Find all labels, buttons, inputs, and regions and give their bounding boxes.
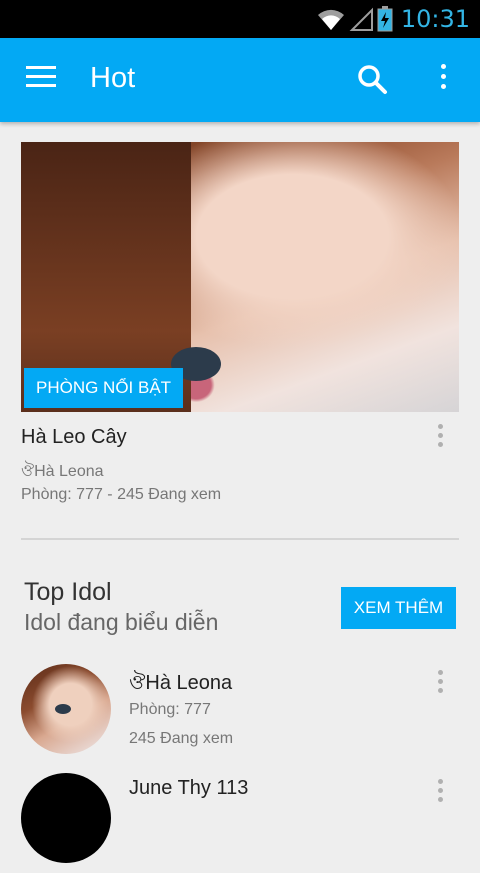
idol-viewers: 245 Đang xem [129,730,234,747]
search-icon[interactable] [356,63,388,95]
idol-name: ঔHà Leona [129,672,233,694]
list-item[interactable]: ঔHà Leona Phòng: 777 245 Đang xem [0,664,480,764]
section-title: Top Idol [24,578,112,606]
featured-more-icon[interactable] [430,424,450,454]
status-icons [318,6,393,32]
status-bar: 10:31 [0,0,480,38]
wifi-icon [318,9,344,30]
page-title: Hot [90,62,136,94]
list-item-more-icon[interactable] [430,670,450,700]
idol-room: Phòng: 777 [129,701,211,718]
featured-room-meta: Phòng: 777 - 245 Đang xem [21,486,222,503]
featured-room-name[interactable]: Hà Leo Cây [21,426,127,449]
list-item[interactable]: June Thy 113 [0,773,480,873]
section-divider [21,538,459,540]
idol-name: June Thy 113 [129,777,249,799]
avatar [21,773,111,863]
see-more-button[interactable]: XEM THÊM [341,587,456,629]
featured-idol-name: ঔHà Leona [21,463,104,480]
battery-charging-icon [377,6,393,32]
featured-badge[interactable]: PHÒNG NỔI BẬT [24,368,184,408]
list-item-more-icon[interactable] [430,779,450,809]
avatar [21,664,111,754]
more-vert-icon[interactable] [432,64,454,96]
section-subtitle: Idol đang biểu diễn [24,609,219,635]
status-time: 10:31 [400,5,470,33]
menu-icon[interactable] [26,66,56,94]
app-bar: Hot [0,38,480,122]
signal-icon [349,7,373,31]
